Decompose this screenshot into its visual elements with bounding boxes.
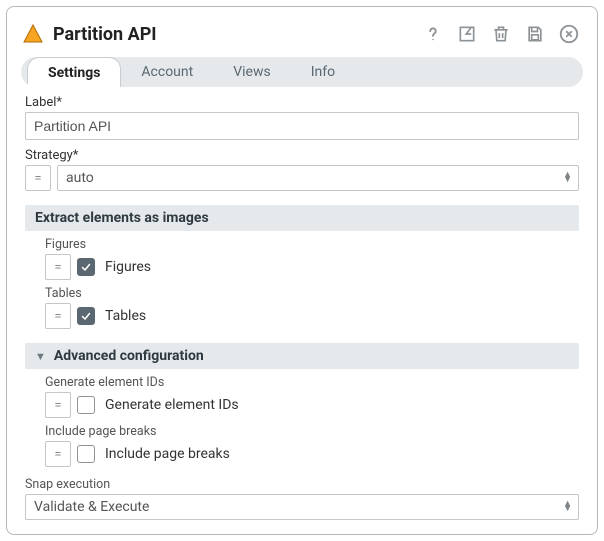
tab-settings[interactable]: Settings [27, 57, 121, 87]
tab-views[interactable]: Views [213, 57, 291, 87]
gen-ids-anchor-button[interactable]: = [45, 392, 71, 418]
strategy-anchor-button[interactable]: = [25, 165, 51, 191]
tab-account[interactable]: Account [121, 57, 213, 87]
page-breaks-field-label: Include page breaks [45, 424, 579, 439]
figures-field-label: Figures [45, 237, 579, 252]
titlebar: Partition API [21, 17, 583, 51]
gen-ids-checkbox-label: Generate element IDs [105, 397, 239, 413]
tab-info[interactable]: Info [291, 57, 355, 87]
section-title: Extract elements as images [35, 210, 209, 226]
tab-label: Info [311, 64, 335, 80]
section-advanced-header[interactable]: ▼ Advanced configuration [25, 343, 579, 369]
dialog-window: Partition API [6, 6, 598, 535]
page-breaks-anchor-button[interactable]: = [45, 441, 71, 467]
trash-icon[interactable] [487, 20, 515, 48]
page-breaks-checkbox[interactable] [77, 445, 95, 463]
tables-checkbox-label: Tables [105, 308, 146, 324]
strategy-field-label: Strategy* [25, 148, 579, 163]
snap-field-label: Snap execution [25, 477, 579, 492]
tables-field-label: Tables [45, 286, 579, 301]
label-input[interactable] [25, 112, 579, 140]
figures-checkbox-label: Figures [105, 259, 151, 275]
app-title: Partition API [53, 24, 157, 45]
snap-select[interactable]: Validate & Execute ▲▼ [25, 494, 579, 520]
gen-ids-field-label: Generate element IDs [45, 375, 579, 390]
app-icon [21, 22, 45, 46]
help-icon[interactable] [419, 20, 447, 48]
close-icon[interactable] [555, 20, 583, 48]
page-breaks-checkbox-label: Include page breaks [105, 446, 230, 462]
tables-anchor-button[interactable]: = [45, 303, 71, 329]
collapse-caret-icon: ▼ [35, 350, 46, 363]
tab-bar: Settings Account Views Info [21, 57, 583, 87]
tab-label: Views [233, 64, 271, 80]
gen-ids-checkbox[interactable] [77, 396, 95, 414]
save-icon[interactable] [521, 20, 549, 48]
figures-anchor-button[interactable]: = [45, 254, 71, 280]
label-field-label: Label* [25, 95, 579, 110]
section-title: Advanced configuration [54, 348, 204, 364]
tab-label: Settings [48, 65, 100, 81]
tables-checkbox[interactable] [77, 307, 95, 325]
select-caret-icon: ▲▼ [563, 502, 572, 512]
section-extract-header: Extract elements as images [25, 205, 579, 231]
settings-panel: Label* Strategy* = auto ▲▼ Extract eleme… [21, 95, 583, 520]
strategy-value: auto [66, 170, 94, 186]
select-caret-icon: ▲▼ [563, 173, 572, 183]
tab-label: Account [141, 64, 193, 80]
figures-checkbox[interactable] [77, 258, 95, 276]
strategy-select[interactable]: auto ▲▼ [57, 165, 579, 191]
duplicate-icon[interactable] [453, 20, 481, 48]
